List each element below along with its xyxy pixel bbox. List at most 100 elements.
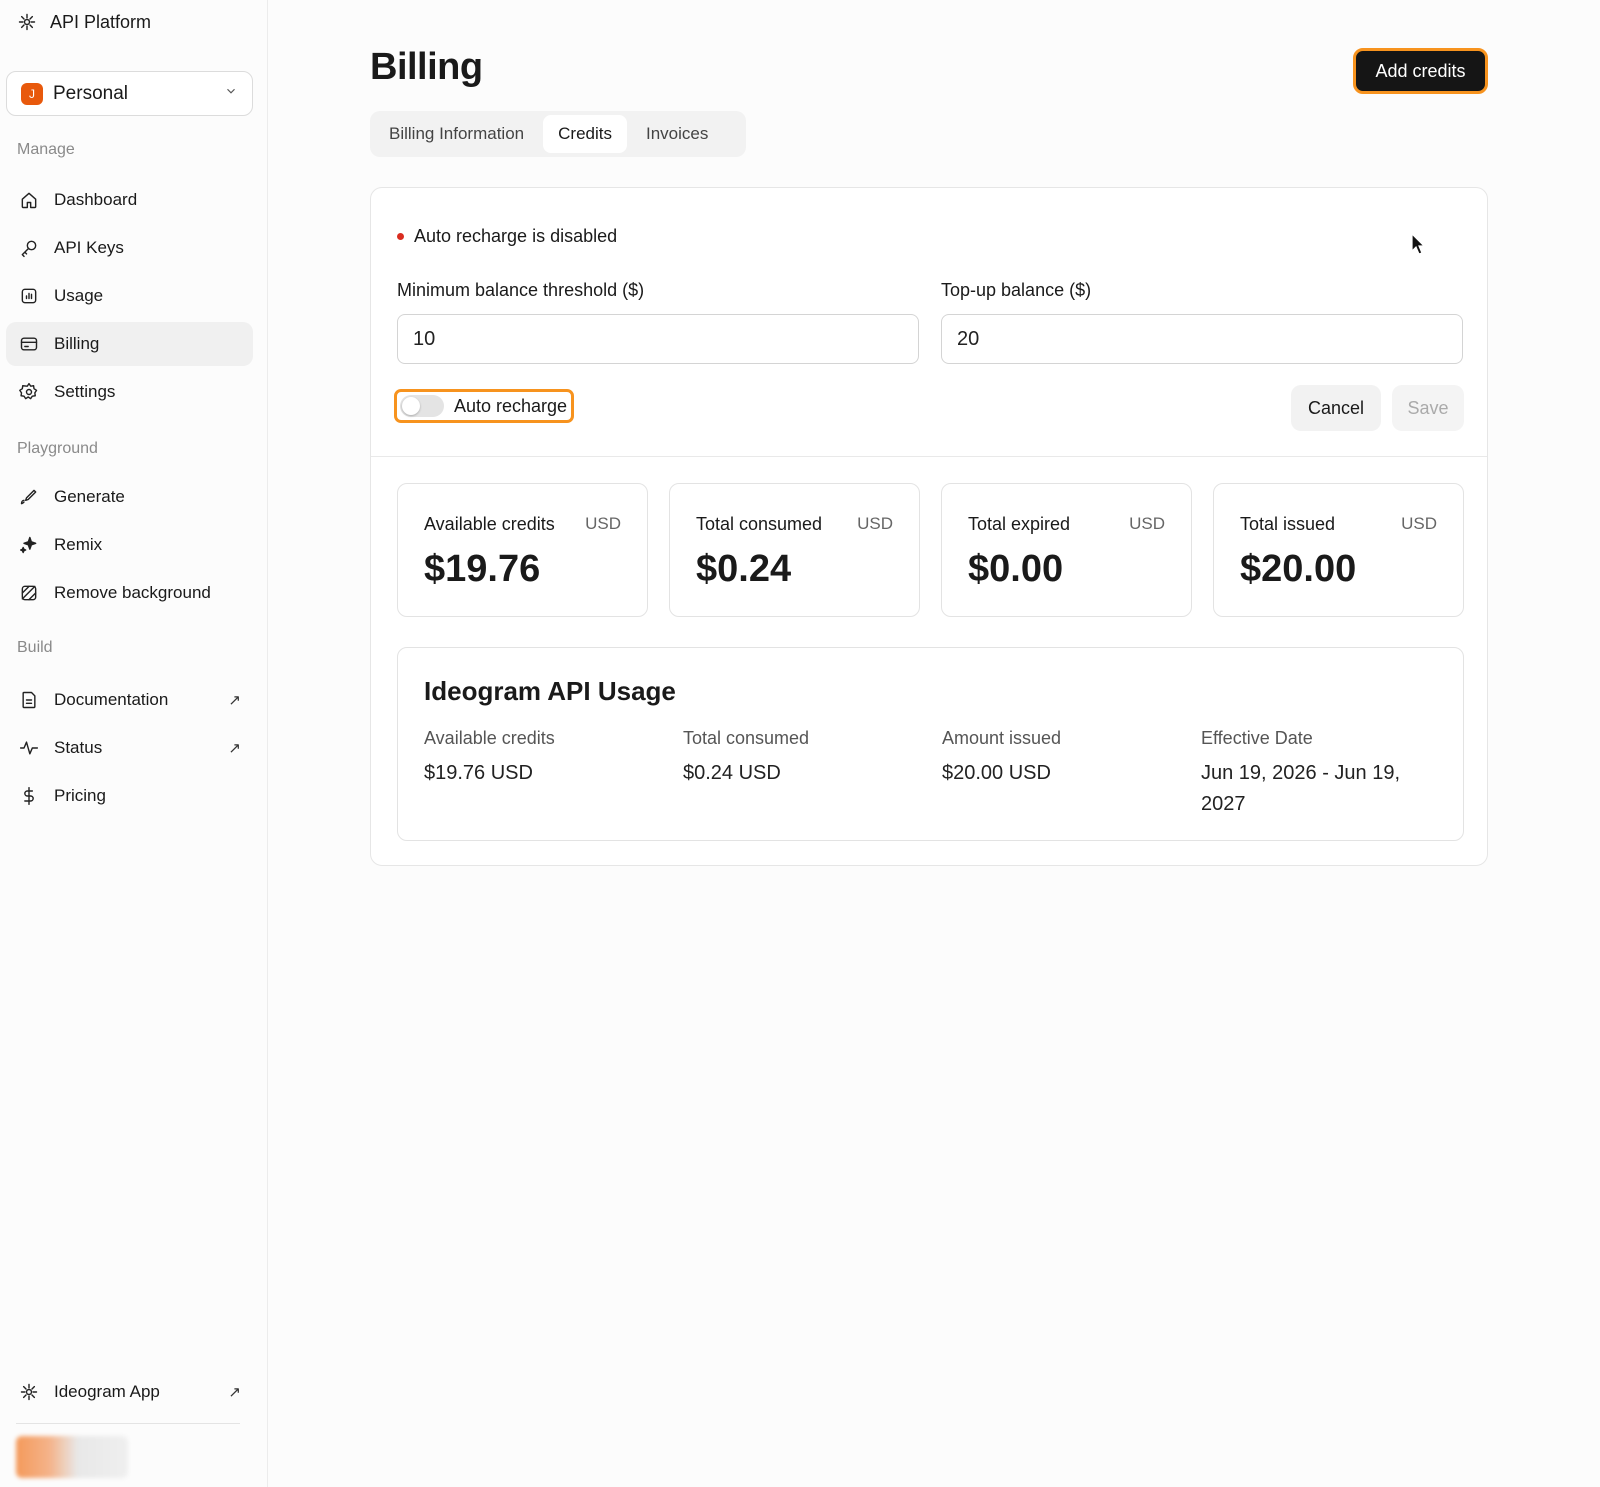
usage-col-value: Jun 19, 2026 - Jun 19, 2027	[1201, 762, 1401, 815]
api-usage-title: Ideogram API Usage	[424, 676, 676, 706]
sidebar-item-remix[interactable]: Remix	[6, 523, 253, 567]
sidebar-item-settings[interactable]: Settings	[6, 370, 253, 414]
topup-balance-label: Top-up balance ($)	[941, 280, 1092, 300]
sidebar-item-remove-background[interactable]: Remove background	[6, 571, 253, 615]
min-balance-input[interactable]	[397, 314, 919, 364]
sidebar-item-status[interactable]: Status ↗	[6, 726, 253, 770]
tab-billing-information[interactable]: Billing Information	[374, 115, 539, 153]
stat-label: Total consumed	[696, 514, 823, 534]
sidebar-item-label: Documentation	[54, 690, 169, 709]
sidebar-item-dashboard[interactable]: Dashboard	[6, 178, 253, 222]
auto-recharge-toggle-label: Auto recharge	[454, 395, 568, 416]
sidebar-item-label: Ideogram App	[54, 1382, 160, 1401]
sparkle-icon	[18, 534, 40, 556]
topup-balance-input[interactable]	[941, 314, 1463, 364]
sidebar-item-label: Usage	[54, 286, 104, 305]
mouse-cursor-icon	[1411, 233, 1426, 255]
sidebar-item-documentation[interactable]: Documentation ↗	[6, 678, 253, 722]
stat-unit: USD	[585, 514, 621, 533]
stat-unit: USD	[1401, 514, 1437, 533]
usage-col-effective-date: Effective Date Jun 19, 2026 - Jun 19, 20…	[1201, 728, 1431, 820]
stat-value: $0.00	[968, 548, 1064, 590]
api-usage-panel: Ideogram API Usage Available credits $19…	[397, 647, 1464, 841]
cancel-button[interactable]: Cancel	[1291, 385, 1381, 431]
billing-tabs: Billing Information Credits Invoices	[370, 111, 746, 157]
external-link-icon: ↗	[228, 740, 241, 757]
usage-col-total-consumed: Total consumed $0.24 USD	[683, 728, 913, 789]
external-link-icon: ↗	[228, 1384, 241, 1401]
toggle-switch[interactable]	[400, 395, 444, 417]
sidebar-divider	[16, 1423, 240, 1424]
ideogram-logo-icon	[16, 11, 38, 33]
sidebar-item-label: Remove background	[54, 583, 211, 602]
save-button[interactable]: Save	[1392, 385, 1464, 431]
usage-col-value: $19.76 USD	[424, 762, 533, 784]
page-title: Billing	[370, 46, 483, 88]
tab-credits[interactable]: Credits	[543, 115, 627, 153]
sidebar-item-label: Dashboard	[54, 190, 138, 209]
sidebar-item-label: Pricing	[54, 786, 106, 805]
stat-unit: USD	[1129, 514, 1165, 533]
key-icon	[18, 237, 40, 259]
usage-col-label: Total consumed	[683, 728, 810, 748]
ideogram-logo-icon	[18, 1381, 40, 1403]
sidebar-item-usage[interactable]: Usage	[6, 274, 253, 318]
sidebar-item-label: Billing	[54, 334, 100, 353]
stat-total-issued: Total issued USD $20.00	[1213, 483, 1464, 617]
toggle-knob	[402, 397, 420, 415]
gear-icon	[18, 381, 40, 403]
stat-value: $19.76	[424, 548, 541, 590]
sidebar-item-label: Generate	[54, 487, 125, 506]
stat-value: $0.24	[696, 548, 792, 590]
sidebar-item-label: API Keys	[54, 238, 124, 257]
stat-total-consumed: Total consumed USD $0.24	[669, 483, 920, 617]
sidebar-item-api-keys[interactable]: API Keys	[6, 226, 253, 270]
add-credits-button[interactable]: Add credits	[1353, 48, 1488, 94]
card-divider	[371, 456, 1487, 457]
usage-col-value: $0.24 USD	[683, 762, 781, 784]
chart-icon	[18, 285, 40, 307]
section-label-manage: Manage	[17, 141, 75, 158]
chevron-down-icon	[224, 84, 238, 103]
brand-title: API Platform	[50, 11, 152, 32]
auto-recharge-status: Auto recharge is disabled	[397, 226, 617, 247]
usage-col-value: $20.00 USD	[942, 762, 1051, 784]
stat-total-expired: Total expired USD $0.00	[941, 483, 1192, 617]
auto-recharge-status-text: Auto recharge is disabled	[414, 226, 618, 246]
sidebar-item-pricing[interactable]: Pricing	[6, 774, 253, 818]
sidebar-item-label: Status	[54, 738, 103, 757]
brand[interactable]: API Platform	[16, 8, 151, 36]
min-balance-label: Minimum balance threshold ($)	[397, 280, 645, 300]
section-label-playground: Playground	[17, 440, 98, 457]
hatch-square-icon	[18, 582, 40, 604]
stat-value: $20.00	[1240, 548, 1357, 590]
dollar-icon	[18, 785, 40, 807]
card-icon	[18, 333, 40, 355]
stat-label: Total issued	[1240, 514, 1336, 534]
stat-unit: USD	[857, 514, 893, 533]
usage-col-label: Effective Date	[1201, 728, 1313, 748]
sidebar-item-generate[interactable]: Generate	[6, 475, 253, 519]
stat-label: Total expired	[968, 514, 1071, 534]
stat-label: Available credits	[424, 514, 555, 534]
sidebar-item-ideogram-app[interactable]: Ideogram App ↗	[6, 1370, 253, 1414]
brush-icon	[18, 486, 40, 508]
usage-col-label: Available credits	[424, 728, 555, 748]
auto-recharge-toggle[interactable]: Auto recharge	[394, 389, 574, 423]
usage-col-label: Amount issued	[942, 728, 1062, 748]
section-label-build: Build	[17, 639, 53, 656]
sidebar-item-label: Settings	[54, 382, 116, 401]
usage-col-available-credits: Available credits $19.76 USD	[424, 728, 654, 789]
user-avatar[interactable]	[16, 1436, 128, 1478]
usage-col-amount-issued: Amount issued $20.00 USD	[942, 728, 1172, 789]
credits-card: Auto recharge is disabled Minimum balanc…	[370, 187, 1488, 866]
sidebar: API Platform J Personal Manage Dashboard…	[0, 0, 268, 1487]
document-icon	[18, 689, 40, 711]
home-icon	[18, 189, 40, 211]
workspace-name: Personal	[53, 82, 128, 104]
sidebar-item-label: Remix	[54, 535, 103, 554]
sidebar-item-billing[interactable]: Billing	[6, 322, 253, 366]
workspace-selector[interactable]: J Personal	[6, 71, 253, 116]
workspace-avatar: J	[21, 82, 43, 105]
tab-invoices[interactable]: Invoices	[631, 115, 723, 153]
